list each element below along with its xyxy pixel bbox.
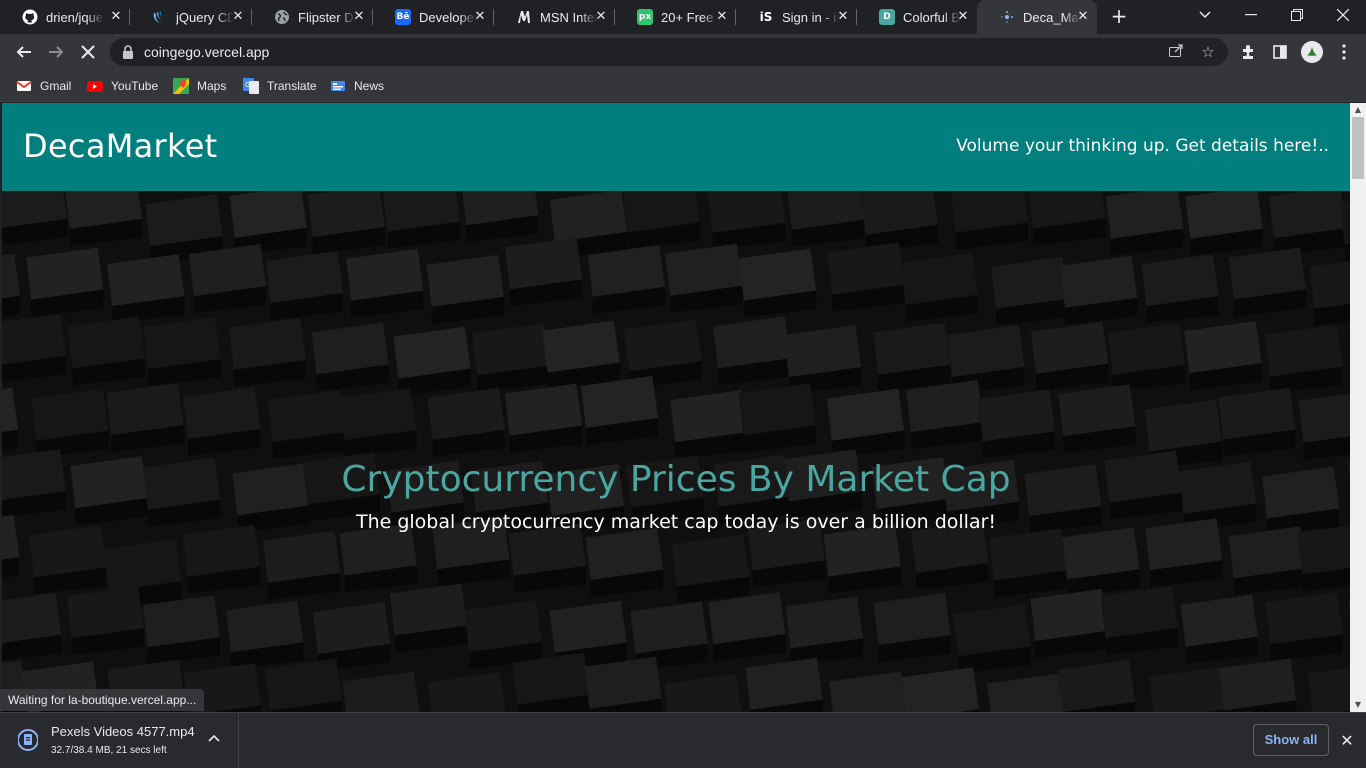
hero-background-pattern: [2, 191, 1350, 712]
lock-icon: [122, 45, 134, 64]
scroll-up-arrow[interactable]: ▲: [1350, 103, 1366, 117]
bookmark-label: Maps: [197, 79, 227, 93]
download-progress: 32.7/38.4 MB, 21 secs left: [51, 745, 167, 756]
tab-behance[interactable]: Bē Developer ✕: [373, 0, 494, 34]
tab-flipster[interactable]: Flipster Demo ✕: [252, 0, 373, 34]
jquery-icon: [152, 9, 168, 25]
tab-title: Developer: [419, 9, 477, 25]
restore-button[interactable]: [1274, 0, 1320, 30]
menu-icon[interactable]: [1330, 38, 1358, 66]
bookmark-gmail[interactable]: Gmail: [16, 76, 71, 96]
svg-text:G: G: [245, 81, 250, 89]
bookmark-label: News: [354, 79, 385, 93]
tab-deca-market[interactable]: Deca_Market ✕: [977, 0, 1097, 34]
news-icon: [330, 78, 346, 94]
site-header: DecaMarket Volume your thinking up. Get …: [2, 103, 1350, 191]
close-icon[interactable]: ✕: [472, 9, 488, 25]
tab-pixabay[interactable]: px 20+ Free Crypto ✕: [615, 0, 736, 34]
close-icon[interactable]: ✕: [230, 9, 246, 25]
address-bar[interactable]: coingego.vercel.app ☆: [110, 38, 1228, 66]
close-shelf-icon[interactable]: ✕: [1337, 731, 1357, 751]
close-window-button[interactable]: [1320, 0, 1366, 30]
page-scrollbar[interactable]: ▲ ▼: [1350, 103, 1366, 712]
show-all-button[interactable]: Show all: [1253, 724, 1329, 756]
new-tab-button[interactable]: +: [1109, 6, 1129, 26]
share-icon[interactable]: [1166, 42, 1186, 62]
url-text[interactable]: coingego.vercel.app: [144, 44, 269, 60]
tab-title: Colorful Background: [903, 9, 961, 25]
download-shelf: Pexels Videos 4577.mp4 32.7/38.4 MB, 21 …: [0, 712, 1366, 768]
bookmark-label: Translate: [267, 79, 317, 93]
github-icon: [22, 9, 38, 25]
tab-jquery[interactable]: jQuery CDN ✕: [130, 0, 252, 34]
close-icon[interactable]: ✕: [593, 9, 609, 25]
tab-title: jQuery CDN: [176, 9, 234, 25]
bookmark-youtube[interactable]: YouTube: [87, 76, 158, 96]
globe-icon: [274, 9, 290, 25]
bookmark-translate[interactable]: G Translate: [243, 76, 317, 96]
behance-icon: Bē: [395, 9, 411, 25]
minimize-button[interactable]: [1228, 0, 1274, 30]
tab-search-button[interactable]: [1182, 0, 1228, 30]
side-panel-icon[interactable]: [1266, 38, 1294, 66]
tab-colorful[interactable]: D Colorful Background ✕: [857, 0, 977, 34]
close-icon[interactable]: ✕: [351, 9, 367, 25]
forward-button[interactable]: [42, 38, 70, 66]
tab-strip: drien/jquery ✕ jQuery CDN ✕ Flipster Dem…: [0, 0, 1366, 34]
youtube-icon: [87, 78, 103, 94]
gmail-icon: [16, 78, 32, 94]
pixabay-icon: px: [637, 9, 653, 25]
tab-title: 20+ Free Crypto: [661, 9, 719, 25]
istock-icon: iS: [759, 10, 773, 24]
extensions-icon[interactable]: [1234, 38, 1262, 66]
tab-title: Flipster Demo: [298, 9, 356, 25]
close-icon[interactable]: ✕: [1075, 9, 1091, 25]
scrollbar-thumb[interactable]: [1352, 117, 1364, 179]
site-brand[interactable]: DecaMarket: [23, 127, 218, 165]
tab-msn[interactable]: MSN International ✕: [494, 0, 615, 34]
bookmark-star-icon[interactable]: ☆: [1198, 42, 1218, 62]
tab-title: Sign in - iStock: [782, 9, 840, 25]
tab-github[interactable]: drien/jquery ✕: [0, 0, 130, 34]
bookmark-label: YouTube: [111, 79, 159, 93]
bookmark-maps[interactable]: Maps: [173, 76, 226, 96]
back-button[interactable]: [10, 38, 38, 66]
download-filename: Pexels Videos 4577.mp4: [51, 724, 195, 739]
maps-icon: [173, 78, 189, 94]
stop-loading-button[interactable]: [74, 38, 102, 66]
tab-title: MSN International: [540, 9, 598, 25]
close-icon[interactable]: ✕: [108, 9, 124, 25]
bookmarks-bar: Gmail YouTube Maps G Translate News: [0, 70, 1366, 102]
hero-title: Cryptocurrency Prices By Market Cap: [341, 459, 1011, 500]
hero-subtitle: The global cryptocurrency market cap tod…: [355, 511, 997, 533]
translate-icon: G: [243, 78, 259, 94]
file-icon: [17, 729, 39, 751]
scroll-down-arrow[interactable]: ▼: [1350, 698, 1366, 712]
tab-title: drien/jquery: [46, 9, 104, 25]
hero-section: Cryptocurrency Prices By Market Cap The …: [2, 191, 1350, 712]
msn-icon: [516, 9, 532, 25]
browser-toolbar: coingego.vercel.app ☆: [0, 34, 1366, 70]
close-icon[interactable]: ✕: [835, 9, 851, 25]
d-icon: D: [879, 9, 895, 25]
bookmark-label: Gmail: [40, 79, 72, 93]
tab-istock[interactable]: iS Sign in - iStock ✕: [736, 0, 857, 34]
status-bubble: Waiting for la-boutique.vercel.app...: [0, 689, 205, 711]
chevron-up-icon[interactable]: [206, 731, 222, 747]
download-item[interactable]: Pexels Videos 4577.mp4 32.7/38.4 MB, 21 …: [0, 713, 239, 768]
close-icon[interactable]: ✕: [714, 9, 730, 25]
profile-avatar[interactable]: [1298, 38, 1326, 66]
bookmark-news[interactable]: News: [330, 76, 384, 96]
close-icon[interactable]: ✕: [955, 9, 971, 25]
tab-title: Deca_Market: [1023, 9, 1081, 25]
page-viewport: DecaMarket Volume your thinking up. Get …: [2, 103, 1350, 712]
site-tagline[interactable]: Volume your thinking up. Get details her…: [956, 136, 1329, 156]
loading-icon: [999, 9, 1015, 25]
